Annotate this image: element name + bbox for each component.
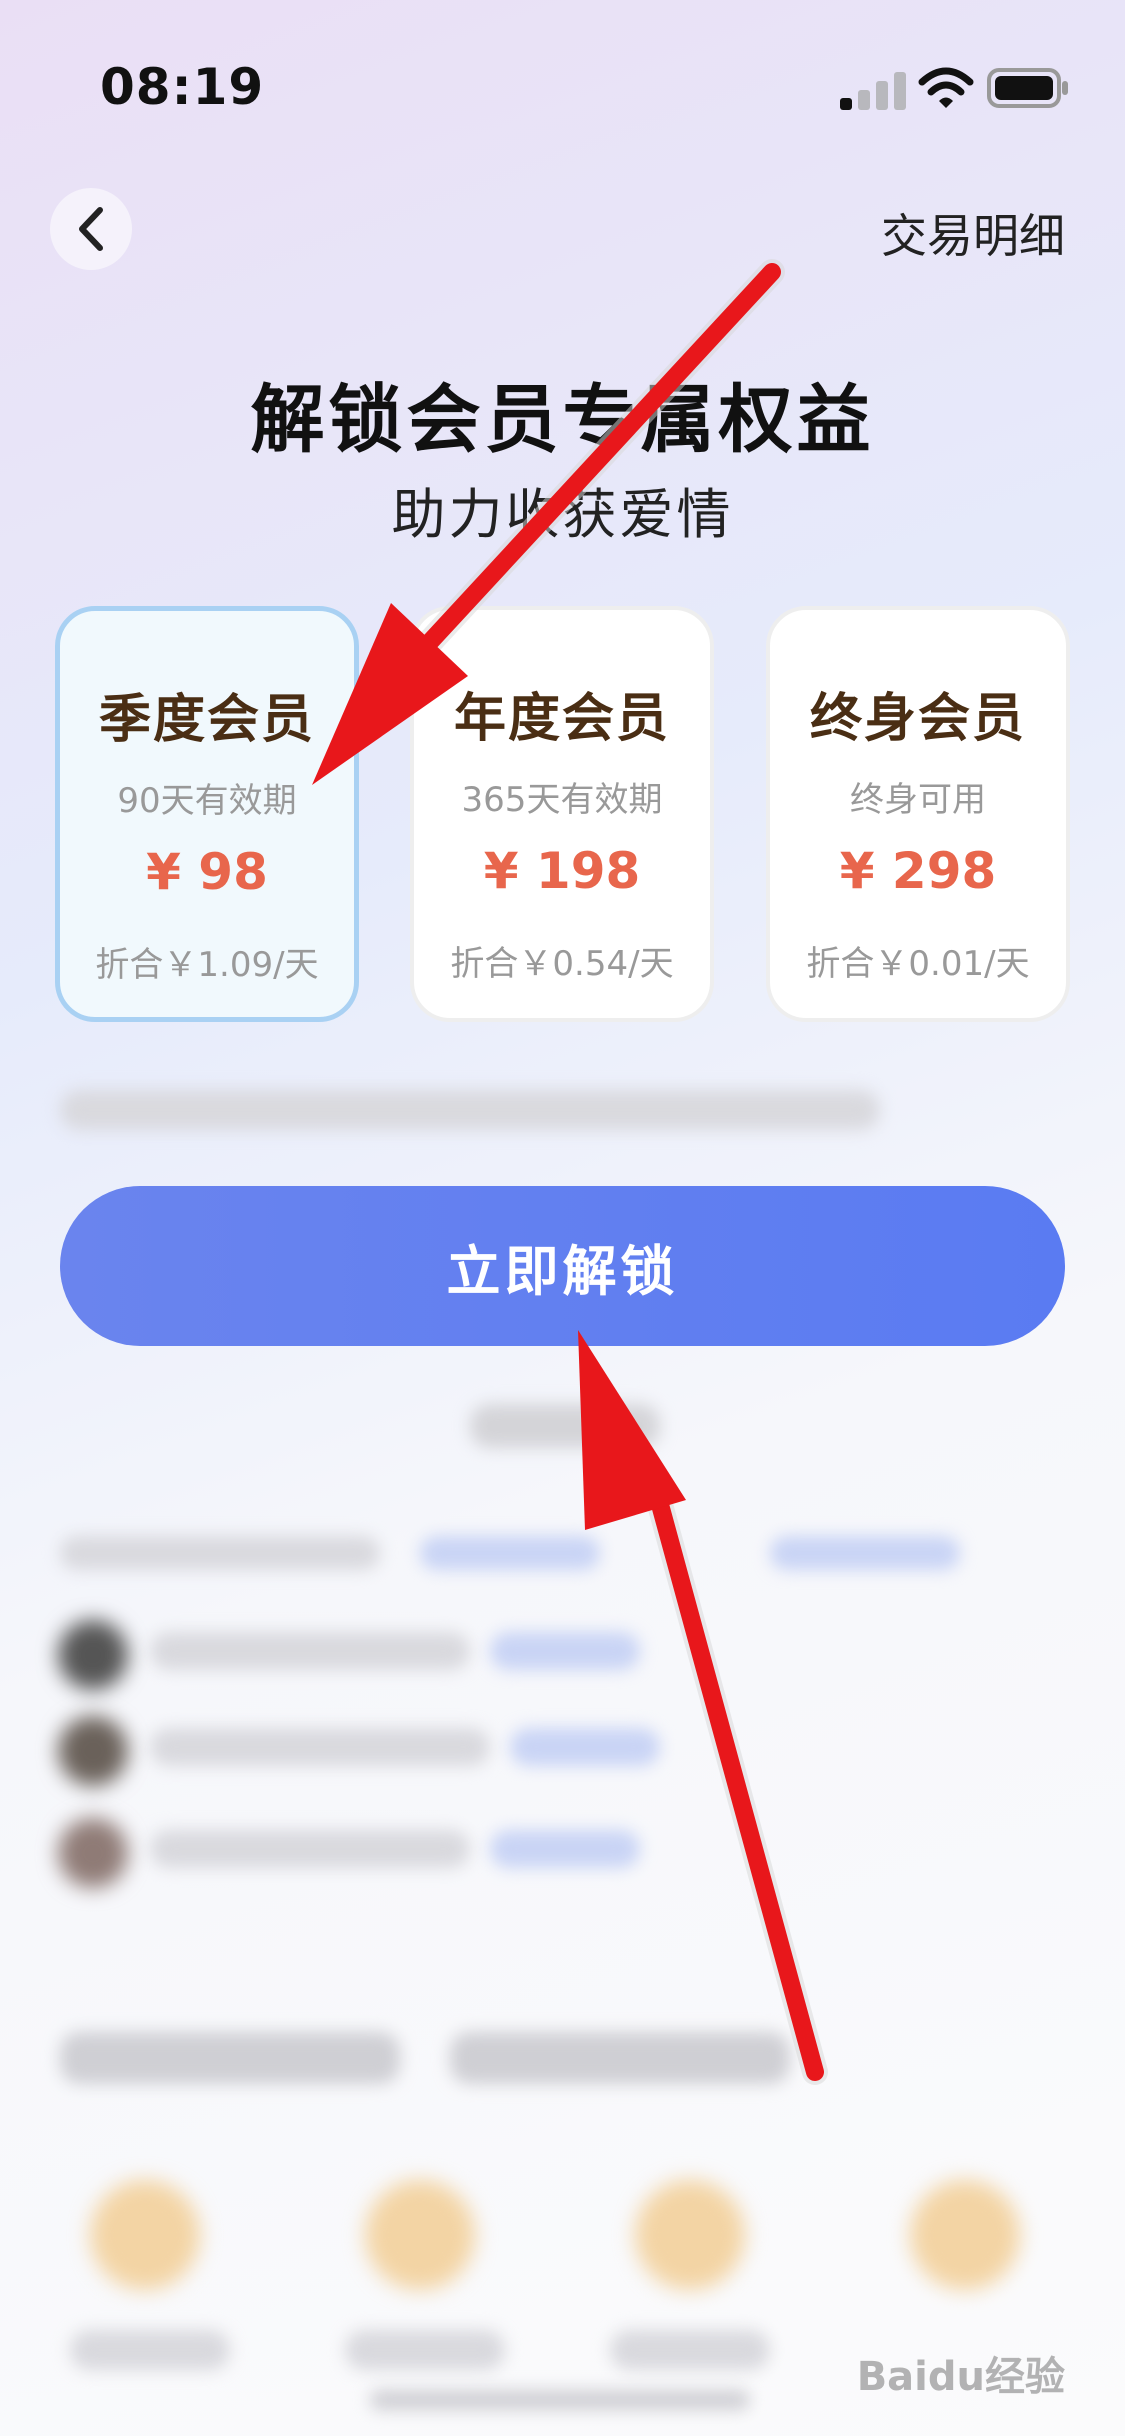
plan-daily-price: 折合￥0.54/天 <box>450 944 674 984</box>
blurred-agreement-text <box>60 1090 880 1130</box>
benefit-icon <box>910 2180 1020 2290</box>
unlock-now-button[interactable]: 立即解锁 <box>60 1186 1065 1346</box>
status-bar: 08:19 <box>0 0 1125 150</box>
avatar <box>58 1716 128 1786</box>
plan-daily-price: 折合￥0.01/天 <box>806 944 1030 984</box>
watermark: Baidu经验 <box>856 2354 1065 2400</box>
page-subtitle: 助力收获爱情 <box>391 483 734 546</box>
blurred-list-item <box>150 1830 470 1868</box>
blurred-notice-text <box>60 1536 380 1570</box>
plan-card-quarterly[interactable]: 季度会员 90天有效期 ¥ 98 折合￥1.09/天 <box>55 606 359 1022</box>
blurred-notice-link <box>770 1536 960 1570</box>
plan-card-lifetime[interactable]: 终身会员 终身可用 ¥ 298 折合￥0.01/天 <box>766 606 1070 1022</box>
plan-validity: 90天有效期 <box>117 781 297 821</box>
plan-price: ¥ 298 <box>839 842 997 900</box>
chevron-left-icon <box>79 207 103 251</box>
blurred-benefit-label <box>610 2330 770 2370</box>
blurred-benefit-label <box>345 2330 505 2370</box>
blurred-section-title <box>450 2032 790 2084</box>
page-title: 解锁会员专属权益 <box>250 377 875 463</box>
back-button[interactable] <box>50 188 132 270</box>
avatar <box>58 1818 128 1888</box>
wifi-icon <box>918 67 974 108</box>
battery-icon <box>987 68 1068 108</box>
blurred-list-item <box>490 1632 640 1670</box>
avatar <box>58 1620 128 1690</box>
cellular-signal-icon <box>840 72 906 110</box>
benefit-icon <box>365 2180 475 2290</box>
status-time: 08:19 <box>100 58 265 116</box>
home-indicator <box>370 2390 750 2410</box>
benefit-icon <box>90 2180 200 2290</box>
transaction-details-link[interactable]: 交易明细 <box>881 200 1065 266</box>
plan-validity: 终身可用 <box>850 780 986 820</box>
blurred-list-item <box>490 1830 640 1868</box>
blurred-list-item <box>150 1632 470 1670</box>
plan-daily-price: 折合￥1.09/天 <box>95 945 319 985</box>
benefit-icon <box>635 2180 745 2290</box>
plan-name: 终身会员 <box>809 689 1026 749</box>
blurred-section-title <box>60 2032 400 2084</box>
blurred-list-item <box>150 1728 490 1766</box>
plan-price: ¥ 198 <box>483 842 641 900</box>
blurred-benefit-label <box>70 2330 230 2370</box>
plan-name: 年度会员 <box>453 689 670 749</box>
blurred-link <box>470 1404 660 1448</box>
plan-name: 季度会员 <box>98 690 315 750</box>
plan-card-yearly[interactable]: 年度会员 365天有效期 ¥ 198 折合￥0.54/天 <box>410 606 714 1022</box>
blurred-list-item <box>510 1728 660 1766</box>
membership-plans: 季度会员 90天有效期 ¥ 98 折合￥1.09/天 年度会员 365天有效期 … <box>55 606 1070 1022</box>
plan-price: ¥ 98 <box>146 843 268 901</box>
blurred-notice-link <box>420 1536 600 1570</box>
plan-validity: 365天有效期 <box>461 780 663 820</box>
